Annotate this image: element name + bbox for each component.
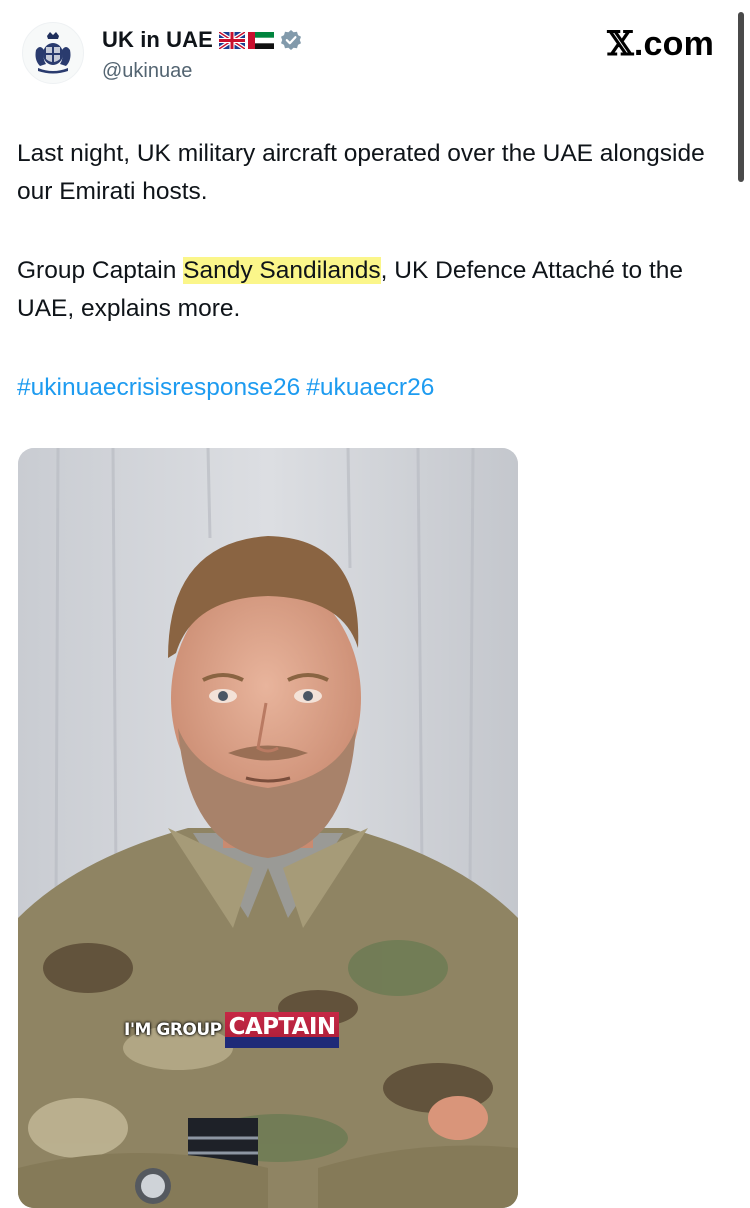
- hashtag-link[interactable]: #ukinuaecrisisresponse26: [17, 374, 300, 401]
- caption-highlight-text: CAPTAIN: [224, 1012, 340, 1048]
- royal-crest-icon: [35, 32, 71, 74]
- display-name[interactable]: UK in UAE: [102, 27, 213, 53]
- account-avatar[interactable]: [22, 22, 84, 84]
- highlighted-name: Sandy Sandilands: [183, 257, 381, 284]
- caption-lead-text: I'M GROUP: [124, 1020, 222, 1040]
- x-logo-icon: 𝕏: [607, 24, 634, 64]
- verified-badge-icon[interactable]: [280, 29, 302, 51]
- post-text-paragraph-1: Last night, UK military aircraft operate…: [17, 140, 705, 205]
- account-handle[interactable]: @ukinuae: [102, 60, 192, 83]
- uae-flag-icon: [247, 31, 274, 49]
- video-player[interactable]: [18, 448, 518, 1208]
- video-frame: [18, 448, 518, 1208]
- x-com-logo: 𝕏.com: [607, 24, 714, 64]
- hashtag-link[interactable]: #ukuaecr26: [306, 374, 434, 401]
- scrollbar[interactable]: [738, 12, 744, 182]
- paragraph-2-start: Group Captain: [17, 257, 184, 284]
- uk-flag-icon: [218, 31, 245, 49]
- post-header: UK in UAE @ukinuae 𝕏.com: [0, 0, 750, 100]
- site-suffix: .com: [633, 25, 714, 63]
- post-text-paragraph-2: Group Captain Sandy Sandilands, UK Defen…: [17, 252, 717, 328]
- hashtag-row: #ukinuaecrisisresponse26 #ukuaecr26: [17, 369, 440, 407]
- video-caption: I'M GROUP CAPTAIN: [124, 1012, 340, 1048]
